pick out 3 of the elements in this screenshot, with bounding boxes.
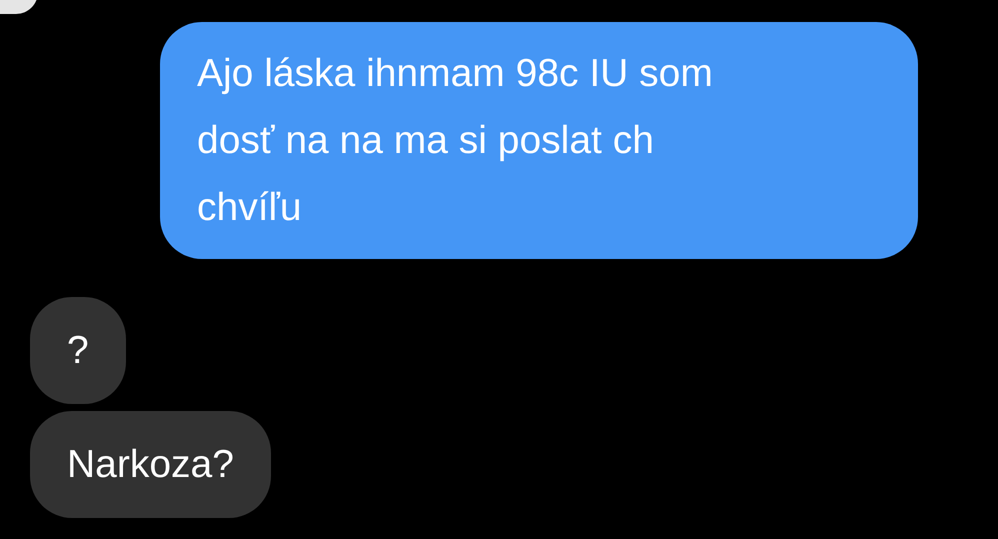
message-bubble: ? <box>30 297 126 404</box>
message-bubble: Ajo láska ihnmam 98c IU som dosť na na ma si poslat ch chvíľu <box>160 22 918 259</box>
message-bubble: Narkoza? <box>30 411 271 518</box>
